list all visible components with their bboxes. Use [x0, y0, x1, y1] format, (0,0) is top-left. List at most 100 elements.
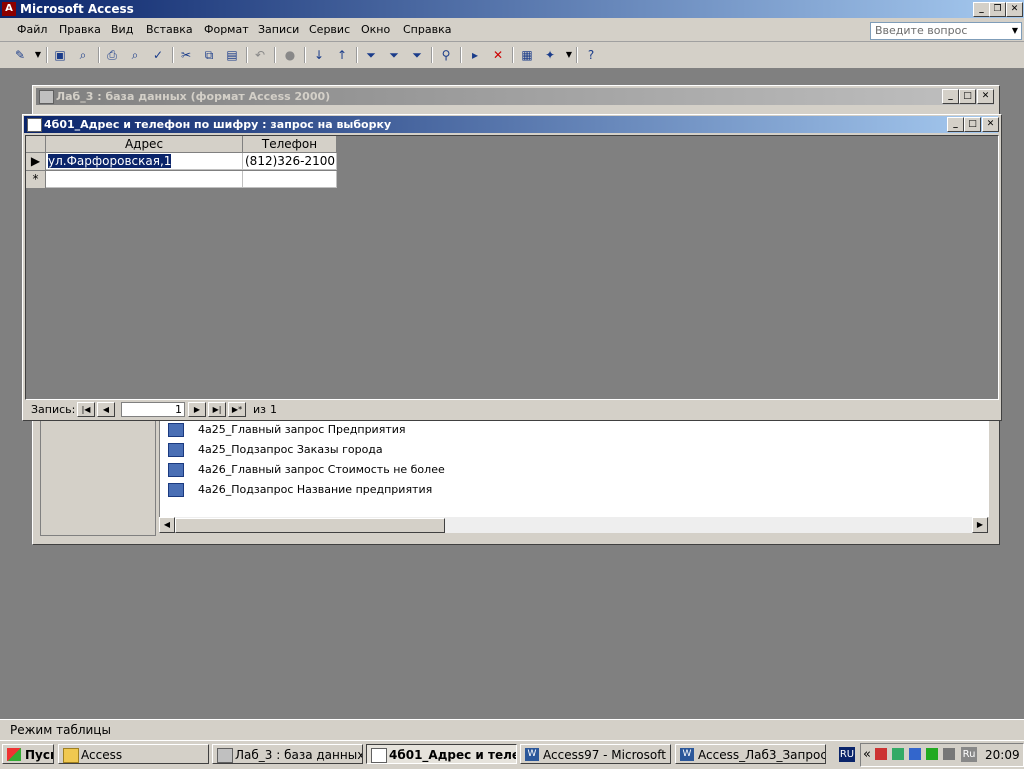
- menu-file[interactable]: Файл: [17, 23, 47, 36]
- tray-app-icon[interactable]: [909, 748, 921, 760]
- save-icon[interactable]: ▣: [52, 47, 68, 63]
- database-window-icon[interactable]: ▦: [519, 47, 535, 63]
- filter-by-selection-icon[interactable]: ⏷: [363, 47, 379, 63]
- query-window-title: 4б01_Адрес и телефон по шифру : запрос н…: [44, 118, 392, 131]
- next-record-icon[interactable]: ▶: [188, 402, 206, 417]
- record-number-field[interactable]: 1: [121, 402, 185, 417]
- row-selector-header[interactable]: [26, 136, 46, 153]
- query-name: 4а25_Подзапрос Заказы города: [198, 443, 383, 456]
- ask-question-box[interactable]: Введите вопрос ▼: [870, 22, 1022, 40]
- list-item[interactable]: 4а26_Главный запрос Стоимость не более: [168, 463, 445, 477]
- last-record-icon[interactable]: ▶|: [208, 402, 226, 417]
- menu-window[interactable]: Окно: [361, 23, 390, 36]
- first-record-icon[interactable]: |◀: [77, 402, 95, 417]
- query-maximize-button[interactable]: □: [964, 117, 981, 132]
- cut-icon[interactable]: ✂: [178, 47, 194, 63]
- status-text: Режим таблицы: [10, 723, 111, 737]
- access-app-icon[interactable]: A: [2, 2, 16, 16]
- menu-insert[interactable]: Вставка: [146, 23, 193, 36]
- database-window-title: Лаб_3 : база данных (формат Access 2000): [56, 90, 331, 103]
- chevron-down-icon[interactable]: ▼: [561, 47, 577, 63]
- insert-object-icon[interactable]: ●: [282, 47, 298, 63]
- menu-edit[interactable]: Правка: [59, 23, 101, 36]
- close-button[interactable]: ✕: [1006, 2, 1023, 17]
- column-header[interactable]: Адрес: [46, 136, 243, 153]
- menu-help[interactable]: Справка: [403, 23, 451, 36]
- new-record-icon[interactable]: ▸: [467, 47, 483, 63]
- menu-tools[interactable]: Сервис: [309, 23, 350, 36]
- taskbar-item-label: Access97 - Microsoft W...: [543, 748, 670, 762]
- apply-filter-icon[interactable]: ⏷: [409, 47, 425, 63]
- query-close-button[interactable]: ✕: [982, 117, 999, 132]
- previous-record-icon[interactable]: ◀: [97, 402, 115, 417]
- help-icon[interactable]: ?: [583, 47, 599, 63]
- delete-record-icon[interactable]: ✕: [490, 47, 506, 63]
- view-icon[interactable]: ✎: [12, 47, 28, 63]
- new-record-marker[interactable]: *: [26, 171, 46, 189]
- word-icon: W: [525, 748, 539, 761]
- sort-descending-icon[interactable]: ↑: [334, 47, 350, 63]
- filter-by-form-icon[interactable]: ⏷: [386, 47, 402, 63]
- minimize-button[interactable]: _: [973, 2, 990, 17]
- taskbar-item-label: Access_Лаб3_Запрос...: [698, 748, 826, 762]
- record-label: Запись:: [31, 403, 76, 416]
- taskbar-item-word[interactable]: W Access97 - Microsoft W...: [520, 744, 671, 764]
- menu-view[interactable]: Вид: [111, 23, 133, 36]
- query-minimize-button[interactable]: _: [947, 117, 964, 132]
- restore-button[interactable]: ❐: [989, 2, 1006, 17]
- db-close-button[interactable]: ✕: [977, 89, 994, 104]
- find-icon[interactable]: ⚲: [438, 47, 454, 63]
- db-minimize-button[interactable]: _: [942, 89, 959, 104]
- menu-records[interactable]: Записи: [258, 23, 299, 36]
- chevron-down-icon[interactable]: ▼: [30, 47, 46, 63]
- scroll-thumb[interactable]: [175, 518, 445, 533]
- search-file-icon[interactable]: ⌕: [75, 47, 91, 63]
- scroll-left-icon[interactable]: ◀: [159, 517, 175, 533]
- table-cell[interactable]: [46, 171, 243, 188]
- taskbar-item-query[interactable]: 4б01_Адрес и теле...: [366, 744, 517, 764]
- list-item[interactable]: 4а26_Подзапрос Название предприятия: [168, 483, 432, 497]
- toolbar-separator: [576, 47, 578, 63]
- undo-icon[interactable]: ↶: [252, 47, 268, 63]
- start-button[interactable]: Пуск: [2, 744, 54, 764]
- taskbar-item-db[interactable]: Лаб_3 : база данных ...: [212, 744, 363, 764]
- selected-text: ул.Фарфоровская,1: [48, 154, 172, 168]
- tray-app-icon[interactable]: [926, 748, 938, 760]
- database-window-title-bar[interactable]: Лаб_3 : база данных (формат Access 2000)…: [36, 88, 994, 105]
- sort-ascending-icon[interactable]: ↓: [311, 47, 327, 63]
- query-window-title-bar[interactable]: 4б01_Адрес и телефон по шифру : запрос н…: [24, 116, 999, 133]
- tray-expand-icon[interactable]: «: [863, 747, 871, 762]
- language-indicator[interactable]: RU: [839, 747, 855, 762]
- new-record-nav-icon[interactable]: ▶*: [228, 402, 246, 417]
- tray-app-icon[interactable]: [892, 748, 904, 760]
- network-icon[interactable]: [875, 748, 887, 760]
- toolbar-separator: [46, 47, 48, 63]
- query-name: 4а25_Главный запрос Предприятия: [198, 423, 406, 436]
- taskbar-item-word2[interactable]: W Access_Лаб3_Запрос...: [675, 744, 826, 764]
- copy-icon[interactable]: ⧉: [201, 47, 217, 63]
- new-object-icon[interactable]: ✦: [542, 47, 558, 63]
- taskbar-item-access[interactable]: Access: [58, 744, 209, 764]
- taskbar: Пуск Access Лаб_3 : база данных ... 4б01…: [0, 740, 1024, 769]
- language-bar-indicator[interactable]: Ru: [961, 747, 977, 762]
- table-cell[interactable]: (812)326-2100: [243, 153, 337, 170]
- paste-icon[interactable]: ▤: [224, 47, 240, 63]
- print-icon[interactable]: ⎙: [104, 47, 120, 63]
- list-item[interactable]: 4а25_Главный запрос Предприятия: [168, 423, 406, 437]
- tray-app-icon[interactable]: [943, 748, 955, 760]
- table-cell[interactable]: ул.Фарфоровская,1: [46, 153, 243, 170]
- record-of-label: из: [253, 403, 266, 416]
- spelling-icon[interactable]: ✓: [150, 47, 166, 63]
- database-object-list: 4а25_Главный запрос Предприятия 4а25_Под…: [159, 420, 989, 517]
- system-tray: RU « Ru 20:09: [839, 743, 1024, 767]
- db-maximize-button[interactable]: □: [959, 89, 976, 104]
- horizontal-scrollbar[interactable]: ◀ ▶: [159, 517, 988, 533]
- current-record-icon[interactable]: ▶: [26, 153, 46, 171]
- list-item[interactable]: 4а25_Подзапрос Заказы города: [168, 443, 383, 457]
- windows-logo-icon: [7, 748, 21, 761]
- table-cell[interactable]: [243, 171, 337, 188]
- column-header[interactable]: Телефон: [243, 136, 337, 153]
- print-preview-icon[interactable]: ⌕: [127, 47, 143, 63]
- menu-format[interactable]: Формат: [204, 23, 249, 36]
- scroll-right-icon[interactable]: ▶: [972, 517, 988, 533]
